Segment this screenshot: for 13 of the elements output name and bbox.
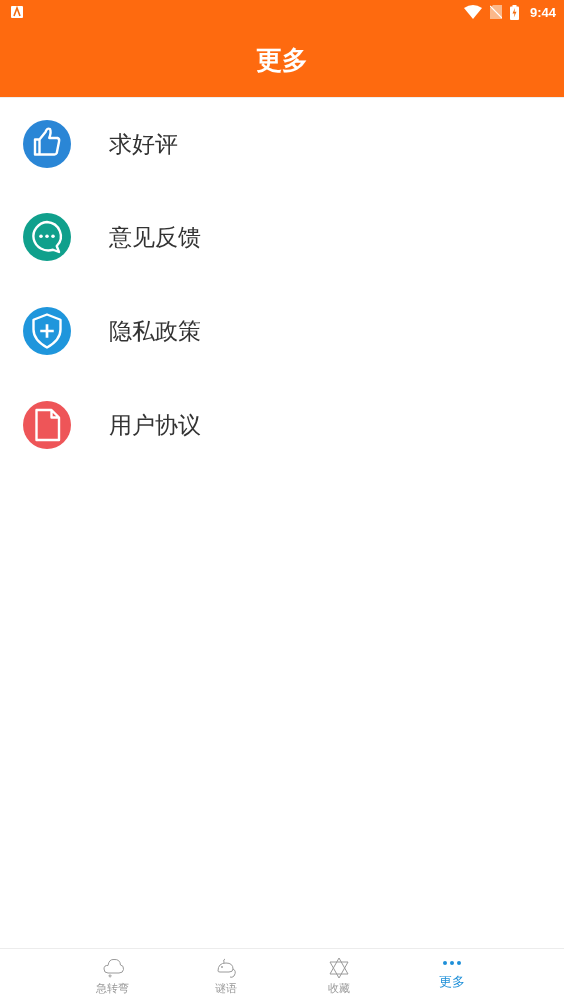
menu-item[interactable]: 意见反馈: [0, 190, 564, 284]
page-title: 更多: [256, 44, 308, 77]
more-dots-icon: [442, 960, 461, 965]
menu-item[interactable]: 用户协议: [0, 378, 564, 472]
nav-tab[interactable]: 更多: [395, 949, 508, 1002]
wifi-icon: [463, 5, 482, 19]
no-sim-icon: [489, 5, 502, 19]
battery-charging-icon: [509, 4, 519, 20]
status-time: 9:44: [529, 4, 556, 20]
menu-item[interactable]: 求好评: [0, 98, 564, 190]
app-notification-icon: [11, 6, 23, 18]
hexagram-icon: [326, 955, 351, 980]
menu-item[interactable]: 隐私政策: [0, 284, 564, 378]
